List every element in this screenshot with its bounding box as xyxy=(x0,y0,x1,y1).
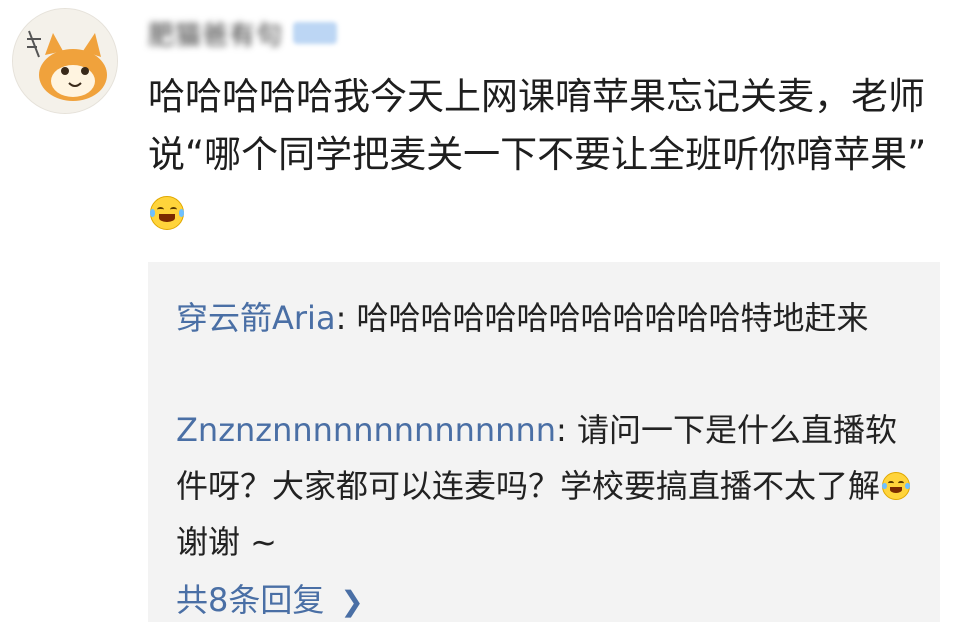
comment-item: Znznznnnnnnnnnnnnnn: 请问一下是什么直播软件呀？大家都可以连… xyxy=(176,402,916,570)
comments-section: 穿云箭Aria: 哈哈哈哈哈哈哈哈哈哈哈哈特地赶来 Znznznnnnnnnnn… xyxy=(148,262,940,622)
comment-item: 穿云箭Aria: 哈哈哈哈哈哈哈哈哈哈哈哈特地赶来 xyxy=(176,290,916,346)
comment-separator: : xyxy=(556,411,577,449)
comment-username[interactable]: 穿云箭Aria xyxy=(176,299,336,337)
comment-text-end: 谢谢 ~ xyxy=(176,523,277,561)
comment-separator: : xyxy=(335,299,357,337)
post-content: 哈哈哈哈哈我今天上网课唷苹果忘记关麦，老师说“哪个同学把麦关一下不要让全班听你唷… xyxy=(148,68,938,242)
username-row: 肥猫爸有句 xyxy=(148,14,338,52)
comment-username[interactable]: Znznznnnnnnnnnnnnnn xyxy=(176,411,556,449)
laughing-tears-emoji-icon xyxy=(149,196,185,230)
username[interactable]: 肥猫爸有句 xyxy=(148,15,283,52)
avatar[interactable] xyxy=(12,8,118,114)
weibo-post: 肥猫爸有句 哈哈哈哈哈我今天上网课唷苹果忘记关麦，老师说“哪个同学把麦关一下不要… xyxy=(0,0,956,622)
more-replies-label: 共8条回复 xyxy=(176,581,325,619)
post-text: 哈哈哈哈哈我今天上网课唷苹果忘记关麦，老师说“哪个同学把麦关一下不要让全班听你唷… xyxy=(148,75,927,176)
comment-text: 哈哈哈哈哈哈哈哈哈哈哈哈特地赶来 xyxy=(356,299,869,337)
laughing-tears-emoji-icon xyxy=(881,472,911,500)
cat-avatar-icon xyxy=(13,9,117,113)
more-replies-link[interactable]: 共8条回复 ❯ xyxy=(176,572,364,630)
vip-badge-icon xyxy=(293,22,338,44)
